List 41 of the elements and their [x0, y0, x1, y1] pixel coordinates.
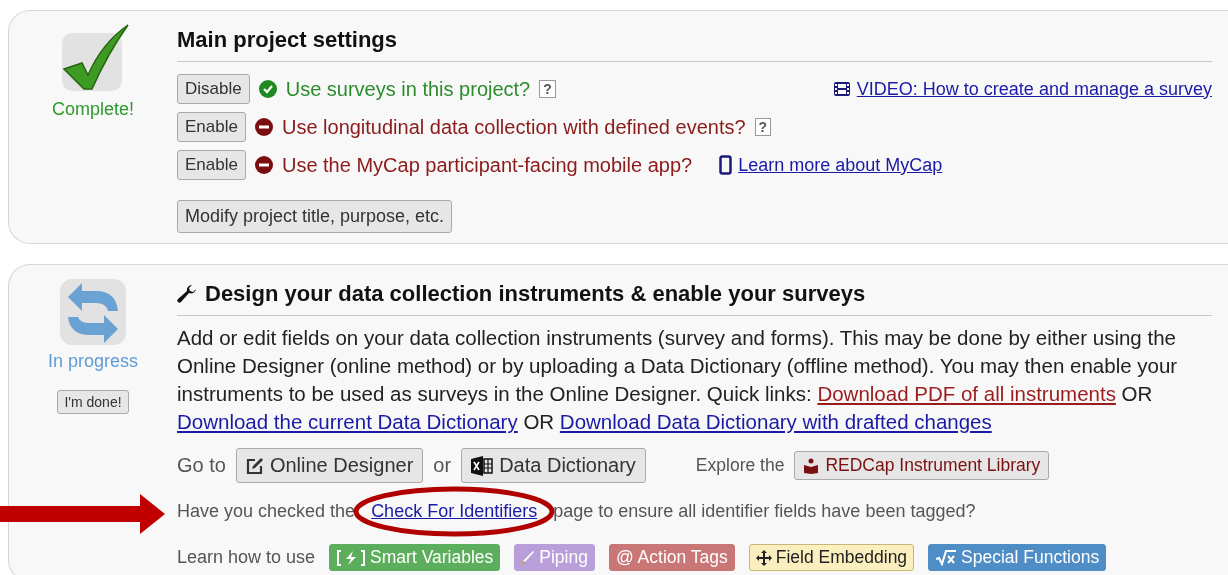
identifiers-question: Have you checked the Check For Identifiers page to ensure all identifier fields have been tagged? [177, 501, 976, 522]
bracketed-bolt-icon [336, 549, 367, 566]
quick-link[interactable]: Download Data Dictionary with drafted changes [559, 410, 992, 433]
feature-label: Use surveys in this project? [285, 77, 531, 101]
help-tag[interactable]: Special Functions [928, 544, 1107, 571]
edit-icon [245, 456, 264, 475]
toggle-button[interactable]: Disable [177, 74, 250, 104]
feature-label: Use the MyCap participant-facing mobile app? [281, 153, 693, 177]
film-icon [832, 81, 851, 97]
help-button[interactable]: ? [754, 118, 772, 136]
feature-label: Use longitudinal data collection with defined events? [281, 115, 746, 139]
section-title-text: Design your data collection instruments & enable your surveys [205, 281, 866, 307]
wrench-icon [177, 284, 197, 304]
online-designer-button[interactable]: Online Designer [235, 448, 424, 483]
status-label: In progress [47, 351, 138, 372]
learn-label: Learn how to use [177, 547, 316, 568]
section-title: Main project settings [177, 23, 1212, 62]
modify-button[interactable]: Modify project title, purpose, etc. [177, 200, 453, 233]
toggle-button[interactable]: Enable [177, 150, 246, 180]
phone-icon [719, 155, 733, 175]
help-link[interactable]: Learn more about MyCap [738, 154, 943, 176]
quick-link[interactable]: Download the current Data Dictionary [177, 410, 518, 433]
help-tag[interactable]: Field Embedding [748, 544, 915, 571]
pen-icon [521, 549, 536, 566]
help-link[interactable]: VIDEO: How to create and manage a survey [856, 78, 1212, 100]
reading-person-icon [803, 457, 820, 474]
done-button[interactable]: I'm done! [57, 390, 129, 414]
refresh-arrows-icon [58, 277, 128, 347]
instrument-library-button[interactable]: REDCap Instrument Library [794, 451, 1050, 480]
spreadsheet-icon [471, 455, 494, 476]
square-root-icon [935, 549, 958, 566]
quick-link[interactable]: Download PDF of all instruments [817, 382, 1116, 405]
help-button[interactable]: ? [539, 80, 556, 98]
toggle-button[interactable]: Enable [177, 112, 246, 142]
explore-label: Explore the [695, 455, 785, 476]
description-text: Add or edit fields on your data collection instruments (survey and forms). This may be done by either using the Online Designer (online method) or by uploading a Data Dictionary (offline method). You may then enable your instruments to be used as surveys in the Online Designer. Quick links: Download PDF of all instruments OR Download the current Data Dictionary OR Download Data Dictionary with drafted changes [177, 325, 1179, 435]
status-label: Complete! [51, 99, 134, 120]
or-label: or [433, 454, 452, 477]
move-arrows-icon [755, 549, 772, 566]
data-dictionary-button[interactable]: Data Dictionary [461, 448, 646, 483]
goto-label: Go to [177, 454, 226, 477]
